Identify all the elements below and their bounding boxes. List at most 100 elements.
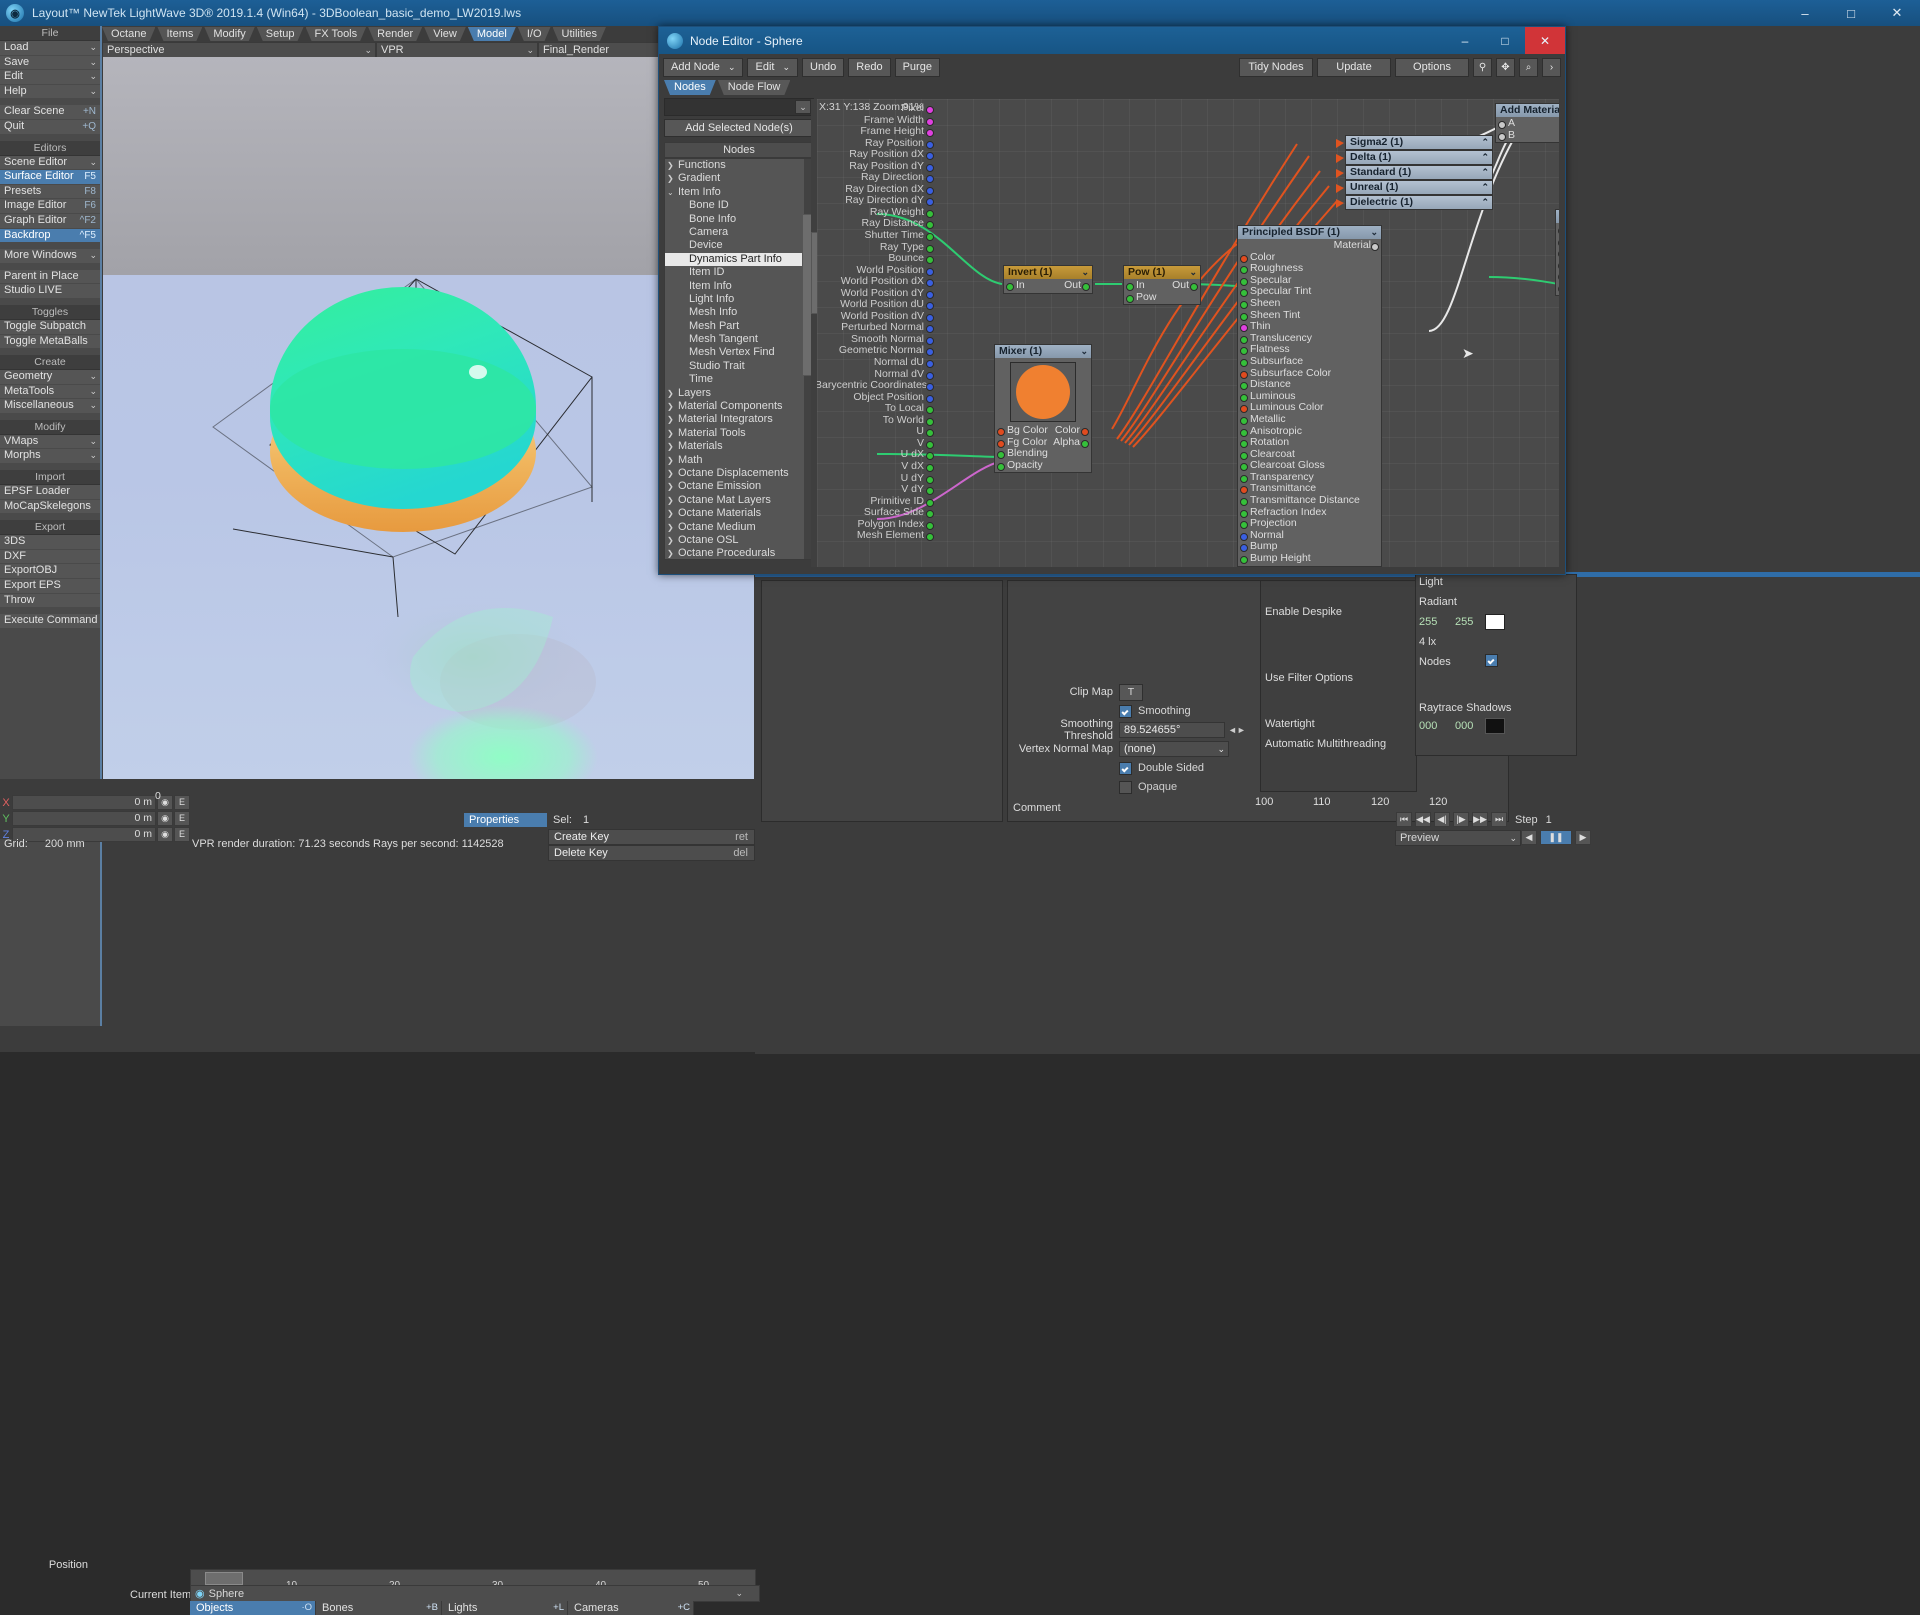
axis-button-z-0[interactable]: ◉	[157, 827, 173, 842]
node-tree-item-layers[interactable]: ❯ Layers	[665, 387, 813, 400]
node-surface[interactable]: Surface ⌄ MaterialNormalBumpDisplacement…	[1555, 209, 1559, 296]
port-dot[interactable]	[1240, 463, 1248, 472]
port-dot[interactable]	[926, 152, 934, 161]
chevron-right-icon[interactable]: ❯	[667, 400, 678, 413]
double-sided-checkbox[interactable]	[1119, 761, 1132, 775]
port-dot[interactable]	[997, 439, 1005, 448]
tab-model[interactable]: Model	[468, 27, 516, 41]
port-dot[interactable]	[1240, 358, 1248, 367]
chevron-down-icon[interactable]: ⌄	[89, 85, 97, 99]
chevron-down-icon[interactable]: ⌄	[89, 435, 97, 449]
surface-port-bump[interactable]: Bump	[1556, 247, 1559, 259]
command-metatools[interactable]: MetaTools ⌄	[0, 384, 100, 400]
skip-start-icon[interactable]: ⏮	[1396, 812, 1412, 827]
port-dot[interactable]	[926, 429, 934, 438]
node-mixer[interactable]: Mixer (1) ⌄ Bg Color Color Fg Color Alpha Bl…	[994, 344, 1092, 474]
port-dot[interactable]	[926, 371, 934, 380]
command-help[interactable]: Help ⌄	[0, 84, 100, 100]
rewind-icon[interactable]: ◀◀	[1415, 812, 1431, 827]
chevron-right-icon[interactable]: ❯	[667, 172, 678, 185]
pin-icon[interactable]: ⚲	[1473, 57, 1492, 77]
command-morphs[interactable]: Morphs ⌄	[0, 449, 100, 465]
mixer-port-opacity[interactable]: Opacity	[995, 459, 1091, 472]
command-quit[interactable]: Quit +Q	[0, 119, 100, 135]
port-dot[interactable]	[1558, 261, 1559, 270]
node-principled-title[interactable]: Principled BSDF (1) ⌄	[1238, 226, 1381, 239]
vertex-normal-select[interactable]: (none) ⌄	[1119, 741, 1229, 757]
node-toolbar-undo[interactable]: Undo	[802, 57, 845, 77]
chevron-down-icon[interactable]: ⌄	[795, 100, 811, 114]
node-tree-item-studio-trait[interactable]: Studio Trait	[665, 360, 813, 373]
node-pow-pow-row[interactable]: Pow	[1124, 291, 1200, 304]
node-toolbar-update[interactable]: Update	[1317, 57, 1391, 77]
command-toggle-metaballs[interactable]: Toggle MetaBalls	[0, 334, 100, 350]
chevron-down-icon[interactable]: ⌄	[89, 449, 97, 463]
surface-port-opengl[interactable]: OpenGL	[1556, 282, 1559, 294]
tab-octane[interactable]: Octane	[102, 27, 155, 41]
node-pow-title[interactable]: Pow (1) ⌄	[1124, 266, 1200, 279]
node-principled-bsdf[interactable]: Principled BSDF (1) ⌄ Material Color Roug…	[1237, 225, 1382, 567]
port-dot[interactable]	[1558, 284, 1559, 293]
port-dot[interactable]	[1558, 250, 1559, 259]
port-dot[interactable]	[926, 256, 934, 265]
command-exportobj[interactable]: ExportOBJ	[0, 564, 100, 580]
next-frame-button[interactable]: ▶	[1575, 830, 1591, 845]
chevron-right-icon[interactable]: ❯	[667, 480, 678, 493]
input-port-mesh-element[interactable]: Mesh Element	[817, 529, 935, 542]
node-dielectric-1-[interactable]: Dielectric (1) ⌃	[1345, 195, 1493, 210]
port-dot[interactable]	[926, 487, 934, 496]
node-tree-item-camera[interactable]: Camera	[665, 226, 813, 239]
node-tree-item-bone-info[interactable]: Bone Info	[665, 213, 813, 226]
node-tree-item-functions[interactable]: ❯ Functions	[665, 159, 813, 172]
port-dot[interactable]	[1240, 428, 1248, 437]
node-mixer-title[interactable]: Mixer (1) ⌄	[995, 345, 1091, 358]
chevron-down-icon[interactable]: ⌄	[1370, 226, 1378, 239]
command-geometry[interactable]: Geometry ⌄	[0, 370, 100, 385]
node-invert-title[interactable]: Invert (1) ⌄	[1004, 266, 1092, 279]
port-dot[interactable]	[926, 383, 934, 392]
node-tree-item-octane-displacements[interactable]: ❯ Octane Displacements	[665, 467, 813, 480]
port-dot[interactable]	[926, 452, 934, 461]
skip-end-icon[interactable]: ⏭	[1491, 812, 1507, 827]
chevron-down-icon[interactable]: ⌄	[89, 41, 97, 55]
command-throw[interactable]: Throw	[0, 593, 100, 609]
node-tree-item-light-info[interactable]: Light Info	[665, 293, 813, 306]
port-dot[interactable]	[926, 406, 934, 415]
port-dot[interactable]	[926, 186, 934, 195]
port-dot[interactable]	[1240, 324, 1248, 333]
command-vmaps[interactable]: VMaps ⌄	[0, 434, 100, 450]
chevron-up-icon[interactable]: ⌃	[1481, 196, 1489, 209]
chevron-down-icon[interactable]: ⌄	[89, 370, 97, 384]
surface-preview-pane[interactable]	[761, 580, 1003, 822]
chevron-right-icon[interactable]: ❯	[667, 547, 678, 559]
port-dot[interactable]	[926, 463, 934, 472]
chevron-down-icon[interactable]: ⌄	[1080, 345, 1088, 358]
axis-value-y[interactable]: 0 m	[12, 811, 156, 826]
tab-modify[interactable]: Modify	[204, 27, 254, 41]
node-tree-item-octane-procedurals[interactable]: ❯ Octane Procedurals	[665, 547, 813, 559]
port-dot[interactable]	[926, 221, 934, 230]
node-surface-title[interactable]: Surface ⌄	[1556, 210, 1559, 223]
port-dot[interactable]	[926, 475, 934, 484]
tab-view[interactable]: View	[424, 27, 466, 41]
minimize-button[interactable]: –	[1782, 0, 1828, 26]
node-add-materials-title[interactable]: Add Materials (1) ⌄	[1496, 104, 1559, 117]
chevron-up-icon[interactable]: ⌃	[1481, 151, 1489, 164]
axis-button-y-0[interactable]: ◉	[157, 811, 173, 826]
port-dot[interactable]	[1240, 532, 1248, 541]
port-dot[interactable]	[1240, 254, 1248, 263]
surface-port-displacement[interactable]: Displacement	[1556, 259, 1559, 271]
command-edit[interactable]: Edit ⌄	[0, 70, 100, 85]
node-unreal-1-[interactable]: Unreal (1) ⌃	[1345, 180, 1493, 195]
node-tree-item-item-id[interactable]: Item ID	[665, 266, 813, 279]
node-tree-item-mesh-vertex-find[interactable]: Mesh Vertex Find	[665, 346, 813, 359]
port-dot-a[interactable]	[1498, 121, 1506, 129]
port-dot[interactable]	[926, 175, 934, 184]
node-tree-item-item-info[interactable]: Item Info	[665, 280, 813, 293]
command-scene-editor[interactable]: Scene Editor ⌄	[0, 155, 100, 171]
port-dot[interactable]	[926, 313, 934, 322]
chevron-down-icon[interactable]: ⌄	[89, 385, 97, 399]
port-dot[interactable]	[1240, 289, 1248, 298]
smoothing-checkbox[interactable]	[1119, 704, 1132, 718]
node-tree-item-mesh-tangent[interactable]: Mesh Tangent	[665, 333, 813, 346]
